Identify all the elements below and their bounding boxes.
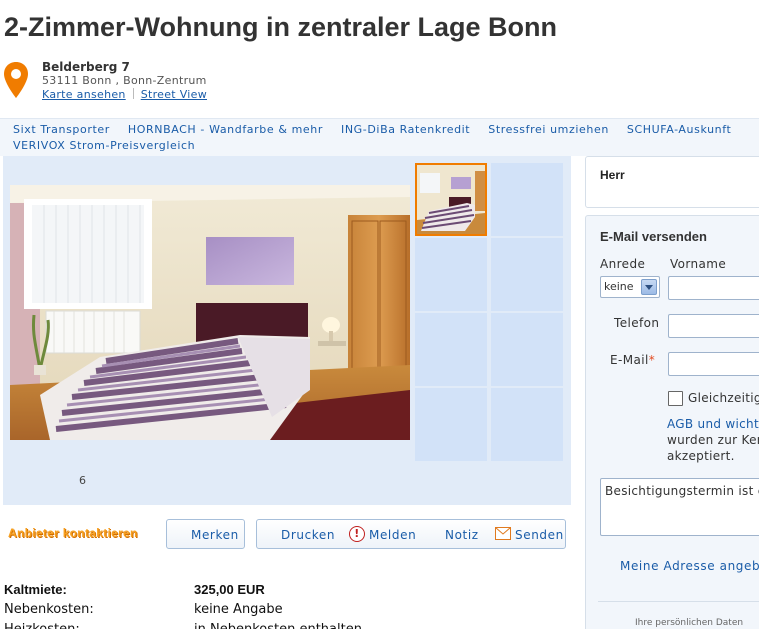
email-label-text: E-Mail xyxy=(610,353,649,367)
contact-salutation: Herr xyxy=(600,168,625,182)
ad-link[interactable]: SCHUFA-Auskunft xyxy=(627,123,732,136)
thumbnail-empty xyxy=(491,238,563,311)
ad-link[interactable]: HORNBACH - Wandfarbe & mehr xyxy=(128,123,323,136)
vorname-label: Vorname xyxy=(670,257,727,271)
ad-link[interactable]: ING-DiBa Ratenkredit xyxy=(341,123,470,136)
copy-checkbox[interactable] xyxy=(668,391,683,406)
note-button[interactable]: Notiz xyxy=(445,528,479,542)
email-input[interactable] xyxy=(668,352,759,376)
fact-row: Heizkosten: in Nebenkosten enthalten xyxy=(4,620,384,629)
thumbnail-empty xyxy=(491,388,563,461)
required-mark: * xyxy=(648,353,656,367)
add-address-link[interactable]: Meine Adresse angeben xyxy=(620,559,759,573)
ad-link[interactable]: VERIVOX Strom-Preisvergleich xyxy=(13,139,195,152)
main-photo[interactable] xyxy=(10,185,410,440)
thumbnail-active[interactable] xyxy=(415,163,487,236)
sponsored-links-bar: Sixt Transporter HORNBACH - Wandfarbe & m… xyxy=(0,118,759,156)
cost-facts: Kaltmiete: 325,00 EUR Nebenkosten: keine… xyxy=(4,580,384,629)
divider xyxy=(598,601,759,602)
report-button[interactable]: Melden xyxy=(369,528,416,542)
telefon-input[interactable] xyxy=(668,314,759,338)
fact-value: 325,00 EUR xyxy=(194,582,265,597)
action-button-group: Drucken ! Melden Notiz Senden xyxy=(256,519,566,549)
sponsored-links-row-2: VERIVOX Strom-Preisvergleich xyxy=(13,139,213,152)
print-button[interactable]: Drucken xyxy=(281,528,335,542)
ad-link[interactable]: Sixt Transporter xyxy=(13,123,110,136)
anrede-label: Anrede xyxy=(600,257,646,271)
link-divider xyxy=(132,88,134,99)
fact-row: Kaltmiete: 325,00 EUR xyxy=(4,580,384,600)
address-block: Belderberg 7 53111 Bonn , Bonn-Zentrum K… xyxy=(42,60,207,102)
fact-value: in Nebenkosten enthalten xyxy=(194,620,362,629)
report-icon: ! xyxy=(349,526,365,542)
message-textarea[interactable]: Besichtigungstermin ist e xyxy=(600,478,759,536)
thumbnail-empty xyxy=(491,163,563,236)
fact-label: Kaltmiete: xyxy=(4,582,67,597)
page-title: 2-Zimmer-Wohnung in zentraler Lage Bonn xyxy=(4,12,558,42)
fact-row: Nebenkosten: keine Angabe xyxy=(4,600,384,620)
copy-checkbox-label: Gleichzeitig xyxy=(688,391,759,405)
ad-link[interactable]: Stressfrei umziehen xyxy=(488,123,609,136)
privacy-note: Ihre persönlichen Daten xyxy=(635,618,744,628)
photo-gallery: 6 xyxy=(3,156,571,505)
fact-label: Nebenkosten: xyxy=(4,602,94,617)
telefon-label: Telefon xyxy=(614,316,660,330)
photo-count: 6 xyxy=(79,474,86,487)
street-view-link[interactable]: Street View xyxy=(141,88,207,101)
contact-person-box: Herr xyxy=(585,156,759,208)
vorname-input[interactable] xyxy=(668,276,759,300)
merken-label: Merken xyxy=(191,528,239,542)
fact-label: Heizkosten: xyxy=(4,620,194,629)
address-city: 53111 Bonn , Bonn-Zentrum xyxy=(42,74,207,87)
email-form-title: E-Mail versenden xyxy=(600,229,707,244)
agb-link[interactable]: AGB und wicht xyxy=(667,417,759,431)
address-links: Karte ansehen Street View xyxy=(42,88,207,102)
thumbnail-empty xyxy=(415,313,487,386)
agb-text-line: akzeptiert. xyxy=(667,449,735,463)
agb-text-line: wurden zur Ken xyxy=(667,433,759,447)
anrede-select[interactable]: keine xyxy=(600,276,660,298)
thumbnail-empty xyxy=(415,238,487,311)
email-form: E-Mail versenden Anrede Vorname keine Te… xyxy=(585,215,759,629)
chevron-down-icon xyxy=(641,279,657,295)
thumbnail-empty xyxy=(415,388,487,461)
email-label: E-Mail* xyxy=(610,353,655,367)
map-link[interactable]: Karte ansehen xyxy=(42,88,126,101)
contact-provider-button[interactable]: Anbieter kontaktieren xyxy=(8,526,138,540)
merken-button[interactable]: Merken xyxy=(166,519,245,549)
anrede-value: keine xyxy=(604,280,634,293)
agb-notice: AGB und wicht wurden zur Ken akzeptiert. xyxy=(667,416,759,464)
fact-value: keine Angabe xyxy=(194,602,283,617)
location-pin-icon xyxy=(4,62,28,98)
address-street: Belderberg 7 xyxy=(42,60,130,74)
thumbnail-grid xyxy=(415,163,564,463)
sponsored-links-row-1: Sixt Transporter HORNBACH - Wandfarbe & m… xyxy=(13,123,749,136)
thumbnail-empty xyxy=(491,313,563,386)
send-button[interactable]: Senden xyxy=(515,528,564,542)
envelope-icon xyxy=(495,527,511,540)
